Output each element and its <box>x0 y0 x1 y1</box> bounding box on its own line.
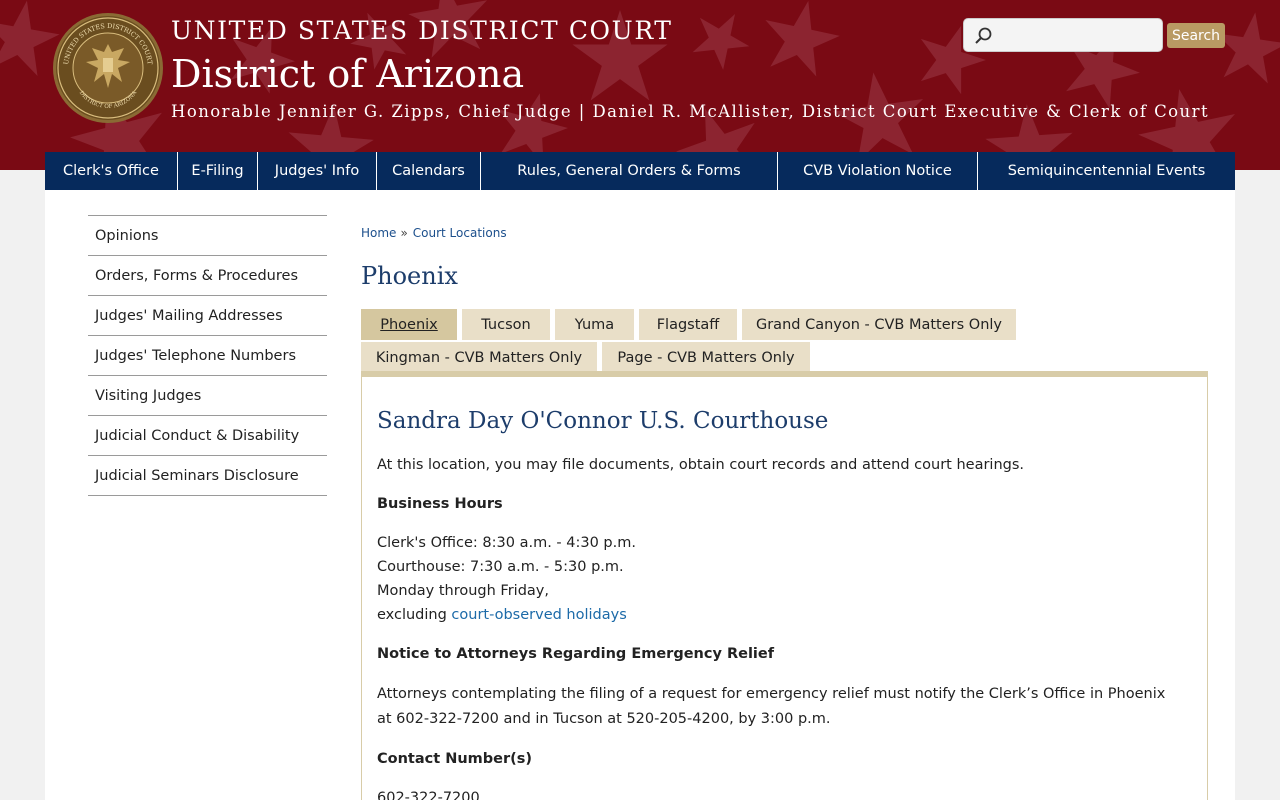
breadcrumb-court-locations-link[interactable]: Court Locations <box>413 226 507 240</box>
search-box <box>963 18 1163 52</box>
intro-text: At this location, you may file documents… <box>377 457 1024 473</box>
sidebar-item-opinions[interactable]: Opinions <box>88 216 327 256</box>
nav-rules-orders-forms[interactable]: Rules, General Orders & Forms <box>481 152 778 190</box>
search-input[interactable] <box>1000 23 1158 47</box>
breadcrumb-separator: » <box>400 226 408 240</box>
search-icon <box>975 27 992 44</box>
notice-heading: Notice to Attorneys Regarding Emergency … <box>377 646 775 662</box>
nav-calendars[interactable]: Calendars <box>377 152 481 190</box>
notice-line-2: at 602-322-7200 and in Tucson at 520-205… <box>377 711 831 727</box>
nav-cvb-violation-notice[interactable]: CVB Violation Notice <box>778 152 978 190</box>
judges-line: Honorable Jennifer G. Zipps, Chief Judge… <box>171 102 1210 121</box>
sidebar-item-judges-telephone-numbers[interactable]: Judges' Telephone Numbers <box>88 336 327 376</box>
page-title: Phoenix <box>361 262 458 290</box>
district-name[interactable]: District of Arizona <box>171 52 524 96</box>
sidebar-item-judges-mailing-addresses[interactable]: Judges' Mailing Addresses <box>88 296 327 336</box>
hours-excluding: excluding court-observed holidays <box>377 607 627 623</box>
contact-number: 602-322-7200 <box>377 790 480 800</box>
tab-grand-canyon[interactable]: Grand Canyon - CVB Matters Only <box>742 309 1016 340</box>
courthouse-hours: Courthouse: 7:30 a.m. - 5:30 p.m. <box>377 559 624 575</box>
sidebar-item-orders-forms-procedures[interactable]: Orders, Forms & Procedures <box>88 256 327 296</box>
court-name-line: UNITED STATES DISTRICT COURT <box>171 16 673 45</box>
business-hours-heading: Business Hours <box>377 496 503 512</box>
search-button[interactable]: Search <box>1167 23 1225 48</box>
sidebar-item-judicial-seminars-disclosure[interactable]: Judicial Seminars Disclosure <box>88 456 327 496</box>
tab-kingman[interactable]: Kingman - CVB Matters Only <box>361 342 597 373</box>
nav-clerks-office[interactable]: Clerk's Office <box>45 152 178 190</box>
location-title: Sandra Day O'Connor U.S. Courthouse <box>377 408 829 434</box>
tab-yuma[interactable]: Yuma <box>555 309 634 340</box>
hours-excluding-label: excluding <box>377 607 452 623</box>
sidebar-menu: Opinions Orders, Forms & Procedures Judg… <box>88 215 327 496</box>
notice-line-1: Attorneys contemplating the filing of a … <box>377 686 1166 702</box>
breadcrumb-home-link[interactable]: Home <box>361 226 396 240</box>
nav-e-filing[interactable]: E-Filing <box>178 152 258 190</box>
nav-judges-info[interactable]: Judges' Info <box>258 152 377 190</box>
contact-heading: Contact Number(s) <box>377 751 533 767</box>
court-seal-logo[interactable]: UNITED STATES DISTRICT COURT DISTRICT OF… <box>52 12 164 124</box>
clerk-hours: Clerk's Office: 8:30 a.m. - 4:30 p.m. <box>377 535 636 551</box>
tab-page[interactable]: Page - CVB Matters Only <box>602 342 810 373</box>
sidebar-item-judicial-conduct-disability[interactable]: Judicial Conduct & Disability <box>88 416 327 456</box>
nav-semiquincentennial-events[interactable]: Semiquincentennial Events <box>978 152 1235 190</box>
hours-days: Monday through Friday, <box>377 583 549 599</box>
holidays-link[interactable]: court-observed holidays <box>451 607 626 623</box>
site-header: UNITED STATES DISTRICT COURT DISTRICT OF… <box>0 0 1280 170</box>
tab-tucson[interactable]: Tucson <box>462 309 550 340</box>
tab-phoenix[interactable]: Phoenix <box>361 309 457 340</box>
main-nav: Clerk's Office E-Filing Judges' Info Cal… <box>45 152 1235 190</box>
tab-flagstaff[interactable]: Flagstaff <box>639 309 737 340</box>
sidebar-item-visiting-judges[interactable]: Visiting Judges <box>88 376 327 416</box>
breadcrumb: Home » Court Locations <box>361 226 507 240</box>
